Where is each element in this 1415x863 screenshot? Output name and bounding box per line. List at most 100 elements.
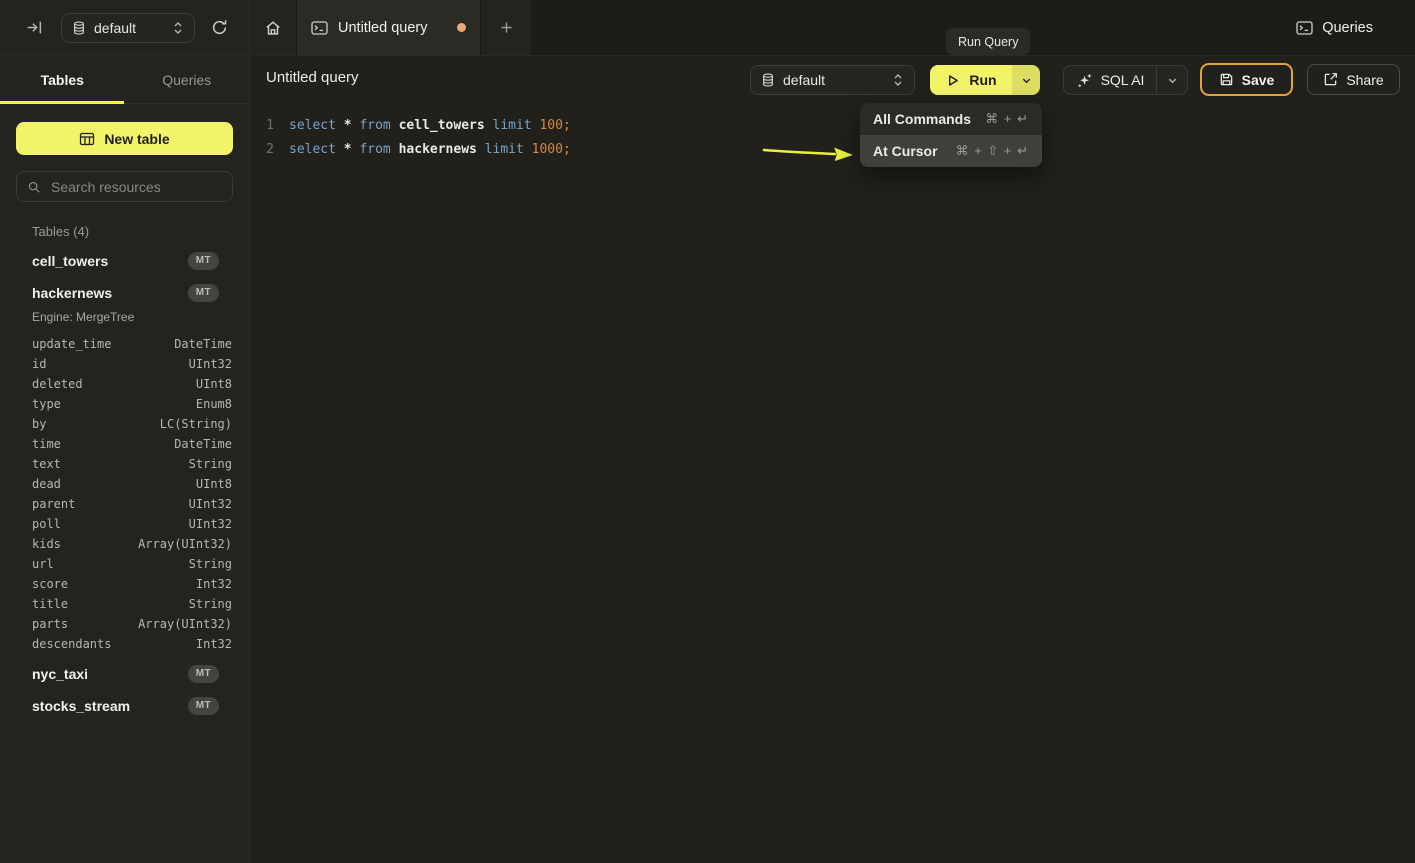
column-name: text (32, 457, 189, 471)
column-row: textString (0, 454, 249, 474)
table-icon (79, 132, 95, 146)
search-resources-box[interactable] (16, 171, 233, 202)
run-button-group: Run (930, 65, 1040, 95)
sidebar: Tables Queries New table Tables (4) cell… (0, 56, 250, 863)
share-label: Share (1346, 72, 1383, 88)
sql-ai-button-group: SQL AI (1063, 65, 1188, 95)
play-icon (945, 73, 960, 88)
query-title: Untitled query (266, 69, 359, 86)
home-tab-button[interactable] (250, 0, 296, 55)
column-name: id (32, 357, 189, 371)
column-name: url (32, 557, 189, 571)
engine-badge: MT (188, 697, 219, 715)
run-options-button[interactable] (1012, 65, 1040, 95)
table-row-stocks_stream[interactable]: stocks_streamMT (0, 690, 249, 722)
menu-item-shortcut: ⌘ + ↵ (985, 111, 1029, 127)
save-button[interactable]: Save (1200, 63, 1293, 96)
sidebar-top-bar: default (0, 0, 250, 55)
column-type: UInt32 (189, 357, 232, 371)
engine-badge: MT (188, 284, 219, 302)
search-input[interactable] (49, 178, 222, 196)
sql-ai-button[interactable]: SQL AI (1064, 66, 1156, 94)
table-row-hackernews[interactable]: hackernewsMT (0, 277, 249, 309)
terminal-icon (311, 21, 328, 35)
tab-strip: Untitled query (250, 0, 531, 55)
column-type: Int32 (196, 637, 232, 651)
sidebar-tab-tables[interactable]: Tables (0, 56, 125, 103)
database-selector[interactable]: default (61, 13, 195, 43)
column-type: String (189, 557, 232, 571)
queries-panel-button[interactable]: Queries (1290, 0, 1379, 55)
column-row: byLC(String) (0, 414, 249, 434)
column-type: String (189, 457, 232, 471)
column-row: deletedUInt8 (0, 374, 249, 394)
sidebar-tab-queries[interactable]: Queries (125, 56, 250, 103)
column-row: update_timeDateTime (0, 334, 249, 354)
column-name: update_time (32, 337, 174, 351)
sql-editor[interactable]: 1 select * from cell_towers limit 100; 2 se… (250, 104, 1415, 863)
menu-item-at-cursor[interactable]: At Cursor⌘ + ⇧ + ↵ (860, 135, 1042, 167)
column-row: scoreInt32 (0, 574, 249, 594)
save-icon (1219, 72, 1234, 87)
table-row-cell_towers[interactable]: cell_towersMT (0, 245, 249, 277)
chevron-updown-icon (172, 21, 184, 35)
run-label: Run (969, 72, 996, 88)
column-name: score (32, 577, 196, 591)
table-name: hackernews (32, 285, 188, 301)
column-name: parent (32, 497, 189, 511)
new-table-label: New table (104, 131, 169, 147)
line-number: 1 (250, 114, 274, 138)
column-type: Int32 (196, 577, 232, 591)
chevron-down-icon (1021, 75, 1032, 86)
column-type: UInt32 (189, 517, 232, 531)
top-bar: default Untitled query Queries (0, 0, 1415, 56)
code-text: select * from hackernews limit 1000; (289, 138, 571, 162)
column-row: deadUInt8 (0, 474, 249, 494)
menu-item-all-commands[interactable]: All Commands⌘ + ↵ (860, 103, 1042, 135)
annotation-arrow (762, 141, 857, 167)
chevron-down-icon (1167, 75, 1178, 86)
column-type: Array(UInt32) (138, 537, 232, 551)
line-number: 2 (250, 138, 274, 162)
table-name: nyc_taxi (32, 666, 188, 682)
column-name: dead (32, 477, 196, 491)
refresh-button[interactable] (207, 15, 232, 40)
column-type: String (189, 597, 232, 611)
sidebar-tabs: Tables Queries (0, 56, 249, 104)
code-line[interactable]: 1 select * from cell_towers limit 100; (250, 114, 1415, 138)
column-row: typeEnum8 (0, 394, 249, 414)
table-name: stocks_stream (32, 698, 188, 714)
column-row: parentUInt32 (0, 494, 249, 514)
main-panel: Untitled query default Run (250, 56, 1415, 863)
database-icon (761, 73, 775, 87)
table-row-nyc_taxi[interactable]: nyc_taxiMT (0, 658, 249, 690)
toolbar-database-selector[interactable]: default (750, 65, 915, 95)
column-type: Array(UInt32) (138, 617, 232, 631)
column-type: UInt8 (196, 477, 232, 491)
run-button[interactable]: Run (930, 65, 1012, 95)
table-tree: cell_towersMThackernewsMTEngine: MergeTr… (0, 245, 249, 722)
column-row: urlString (0, 554, 249, 574)
table-name: cell_towers (32, 253, 188, 269)
refresh-icon (211, 19, 228, 36)
share-button[interactable]: Share (1307, 64, 1400, 95)
sql-ai-options-button[interactable] (1156, 66, 1187, 94)
column-row: pollUInt32 (0, 514, 249, 534)
tab-title: Untitled query (338, 20, 427, 36)
database-selector-value: default (94, 20, 164, 36)
column-row: titleString (0, 594, 249, 614)
run-query-tooltip: Run Query (946, 28, 1030, 55)
code-text: select * from cell_towers limit 100; (289, 114, 571, 138)
new-tab-button[interactable] (481, 0, 531, 55)
column-name: title (32, 597, 189, 611)
tab-untitled-query[interactable]: Untitled query (296, 0, 481, 55)
column-name: by (32, 417, 160, 431)
collapse-sidebar-icon (26, 19, 43, 36)
collapse-sidebar-button[interactable] (22, 15, 47, 40)
column-type: UInt32 (189, 497, 232, 511)
column-name: deleted (32, 377, 196, 391)
column-name: poll (32, 517, 189, 531)
column-name: time (32, 437, 174, 451)
home-icon (264, 19, 282, 37)
new-table-button[interactable]: New table (16, 122, 233, 155)
